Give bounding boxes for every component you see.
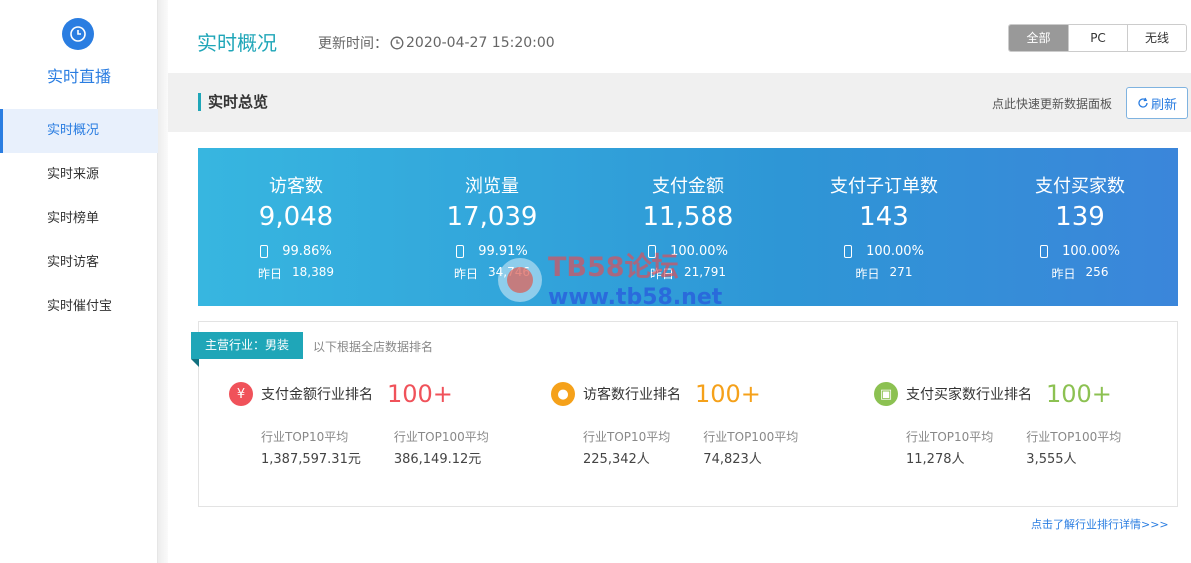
update-time-label: 更新时间： bbox=[318, 36, 388, 52]
top100-value: 74,823人 bbox=[703, 452, 762, 467]
yesterday-label: 昨日 bbox=[257, 267, 282, 281]
tab-pc[interactable]: PC bbox=[1068, 25, 1127, 51]
rank-name: 支付金额行业排名 bbox=[261, 387, 373, 403]
sidebar-item-payment-reminder[interactable]: 实时催付宝 bbox=[0, 285, 158, 329]
rank-name: 支付买家数行业排名 bbox=[906, 387, 1032, 403]
device-tabs: 全部 PC 无线 bbox=[1008, 24, 1187, 52]
overview-bar: 实时总览 点此快速更新数据面板 刷新 bbox=[168, 73, 1191, 132]
update-time-value: 2020-04-27 15:20:00 bbox=[406, 35, 555, 51]
rank-visitors: ● 访客数行业排名 100+ 行业TOP10平均 225,342人 行业TOP10… bbox=[551, 380, 871, 467]
rank-value: 100+ bbox=[1046, 380, 1112, 408]
stat-wireless: 99.91% bbox=[478, 244, 528, 259]
rank-name: 访客数行业排名 bbox=[583, 387, 681, 403]
sidebar-item-overview[interactable]: 实时概况 bbox=[0, 109, 158, 153]
stat-wireless: 100.00% bbox=[670, 244, 728, 259]
top10-label: 行业TOP10平均 bbox=[261, 430, 349, 444]
mobile-icon bbox=[456, 245, 465, 258]
stat-yesterday: 256 bbox=[1085, 265, 1109, 279]
top10-value: 11,278人 bbox=[906, 452, 965, 467]
refresh-button[interactable]: 刷新 bbox=[1126, 87, 1188, 119]
stat-buyers: 支付买家数 139 100.00% 昨日 256 bbox=[982, 148, 1178, 306]
sidebar-item-visitors[interactable]: 实时访客 bbox=[0, 241, 158, 285]
rank-value: 100+ bbox=[695, 380, 761, 408]
stat-label: 浏览量 bbox=[465, 176, 519, 197]
sidebar: 实时直播 实时概况 实时来源 实时榜单 实时访客 实时催付宝 bbox=[0, 0, 158, 563]
stat-label: 支付金额 bbox=[652, 176, 724, 197]
yesterday-label: 昨日 bbox=[855, 267, 880, 281]
stat-payment-amount: 支付金额 11,588 100.00% 昨日 21,791 bbox=[590, 148, 786, 306]
wallet-icon: ▣ bbox=[874, 382, 898, 406]
yesterday-label: 昨日 bbox=[453, 267, 478, 281]
ranking-detail-link[interactable]: 点击了解行业排行详情>>> bbox=[1031, 516, 1169, 532]
stat-yesterday: 34,746 bbox=[488, 265, 530, 279]
top100-label: 行业TOP100平均 bbox=[1026, 430, 1122, 444]
page-title: 实时概况 bbox=[197, 31, 277, 55]
stat-wireless: 100.00% bbox=[866, 244, 924, 259]
rank-value: 100+ bbox=[387, 380, 453, 408]
stat-value: 9,048 bbox=[258, 202, 334, 232]
stat-value: 139 bbox=[1055, 202, 1105, 232]
stat-value: 11,588 bbox=[642, 202, 734, 232]
update-time: 更新时间： 2020-04-27 15:20:00 bbox=[318, 33, 555, 53]
top100-value: 386,149.12元 bbox=[393, 452, 482, 467]
mobile-icon bbox=[648, 245, 657, 258]
rank-buyers: ▣ 支付买家数行业排名 100+ 行业TOP10平均 11,278人 行业TOP1… bbox=[874, 380, 1191, 467]
mobile-icon bbox=[260, 245, 269, 258]
stat-visitors: 访客数 9,048 99.86% 昨日 18,389 bbox=[198, 148, 394, 306]
clock-small-icon bbox=[390, 36, 404, 50]
stat-wireless: 100.00% bbox=[1062, 244, 1120, 259]
stats-panel: 访客数 9,048 99.86% 昨日 18,389 浏览量 17,039 99.… bbox=[198, 148, 1178, 308]
top10-label: 行业TOP10平均 bbox=[583, 430, 671, 444]
stat-value: 143 bbox=[859, 202, 909, 232]
main-content: 实时概况 更新时间： 2020-04-27 15:20:00 全部 PC 无线 … bbox=[168, 0, 1191, 563]
industry-ranking-panel: 主营行业：男装 以下根据全店数据排名 ¥ 支付金额行业排名 100+ 行业TOP… bbox=[191, 321, 1178, 507]
top100-label: 行业TOP100平均 bbox=[393, 430, 489, 444]
refresh-icon bbox=[1138, 97, 1148, 108]
stat-value: 17,039 bbox=[446, 202, 538, 232]
stat-pageviews: 浏览量 17,039 99.91% 昨日 34,746 bbox=[394, 148, 590, 306]
refresh-hint: 点此快速更新数据面板 bbox=[992, 97, 1113, 111]
stat-yesterday: 18,389 bbox=[292, 265, 334, 279]
user-icon: ● bbox=[551, 382, 575, 406]
stat-label: 访客数 bbox=[269, 176, 323, 197]
sidebar-nav: 实时概况 实时来源 实时榜单 实时访客 实时催付宝 bbox=[0, 109, 158, 329]
clock-icon bbox=[62, 18, 94, 50]
stat-yesterday: 271 bbox=[889, 265, 913, 279]
industry-tag: 主营行业：男装 bbox=[191, 332, 304, 359]
stat-label: 支付子订单数 bbox=[830, 176, 938, 197]
sidebar-divider bbox=[158, 0, 168, 563]
top100-value: 3,555人 bbox=[1026, 452, 1077, 467]
mobile-icon bbox=[844, 245, 853, 258]
yesterday-label: 昨日 bbox=[1051, 267, 1076, 281]
yesterday-label: 昨日 bbox=[649, 267, 674, 281]
stat-label: 支付买家数 bbox=[1035, 176, 1125, 197]
mobile-icon bbox=[1040, 245, 1049, 258]
tab-all[interactable]: 全部 bbox=[1009, 25, 1068, 51]
sidebar-title: 实时直播 bbox=[46, 67, 111, 86]
top10-value: 1,387,597.31元 bbox=[261, 452, 361, 467]
yen-icon: ¥ bbox=[229, 382, 253, 406]
stat-yesterday: 21,791 bbox=[684, 265, 726, 279]
top10-value: 225,342人 bbox=[583, 452, 650, 467]
rank-payment-amount: ¥ 支付金额行业排名 100+ 行业TOP10平均 1,387,597.31元 行… bbox=[229, 380, 549, 467]
industry-tag-fold bbox=[191, 359, 199, 367]
top100-label: 行业TOP100平均 bbox=[703, 430, 799, 444]
stat-wireless: 99.86% bbox=[282, 244, 332, 259]
sidebar-item-ranking[interactable]: 实时榜单 bbox=[0, 197, 158, 241]
refresh-label: 刷新 bbox=[1150, 97, 1177, 113]
stat-sub-orders: 支付子订单数 143 100.00% 昨日 271 bbox=[786, 148, 982, 306]
sidebar-item-source[interactable]: 实时来源 bbox=[0, 153, 158, 197]
ranking-hint: 以下根据全店数据排名 bbox=[313, 340, 434, 354]
overview-title: 实时总览 bbox=[198, 93, 268, 111]
top10-label: 行业TOP10平均 bbox=[906, 430, 994, 444]
header: 实时概况 更新时间： 2020-04-27 15:20:00 全部 PC 无线 bbox=[168, 0, 1191, 73]
tab-wireless[interactable]: 无线 bbox=[1127, 25, 1186, 51]
